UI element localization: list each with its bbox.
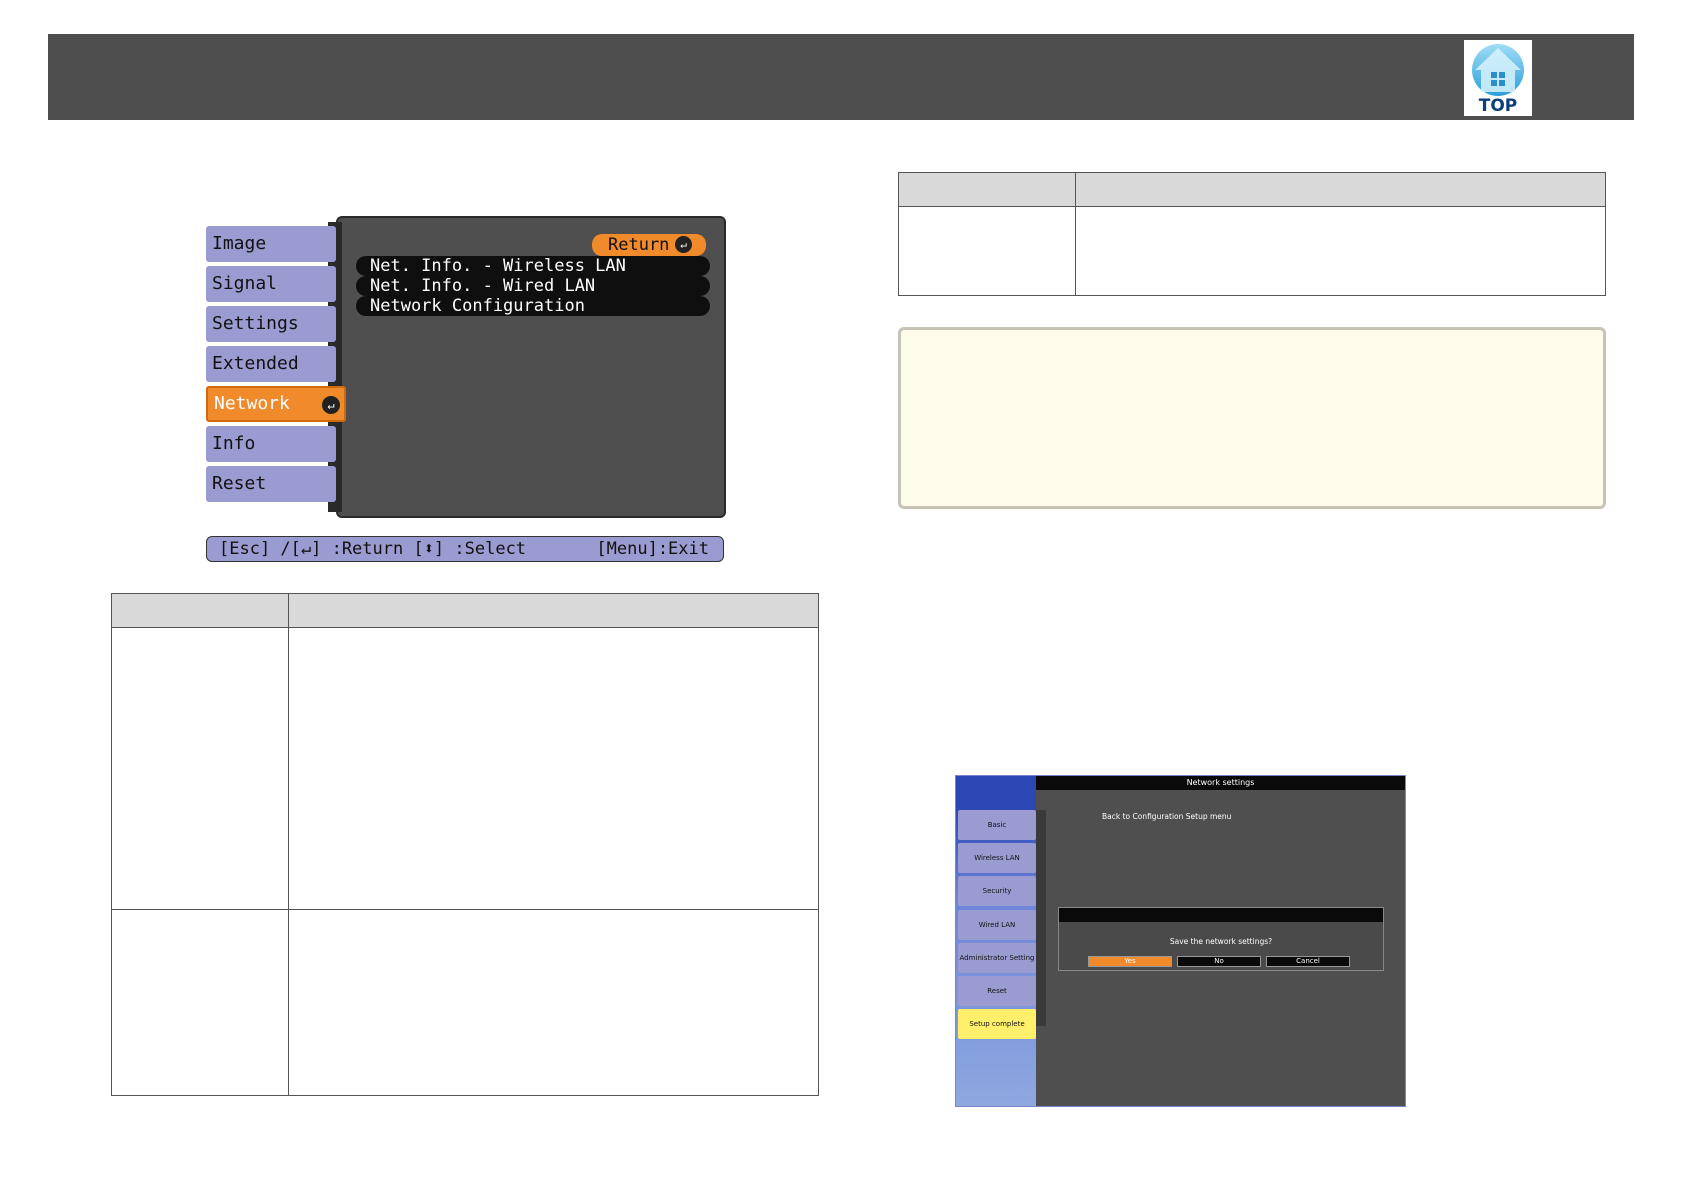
- table-cell: [288, 909, 819, 1096]
- table-header-cell: [1075, 172, 1606, 207]
- header-bar: [48, 34, 1634, 120]
- right-table: [898, 172, 1606, 296]
- network-settings-screen: Network settings Basic Wireless LAN Secu…: [955, 775, 1406, 1107]
- table-header-cell: [898, 172, 1076, 207]
- menu-tab-reset[interactable]: Reset: [206, 466, 336, 502]
- menu-tab-info[interactable]: Info: [206, 426, 336, 462]
- back-to-configuration-link[interactable]: Back to Configuration Setup menu: [1102, 812, 1231, 821]
- return-label: Return: [608, 235, 670, 255]
- table-row: [111, 909, 819, 1096]
- net-tab-reset[interactable]: Reset: [958, 976, 1036, 1006]
- table-header-row: [898, 172, 1606, 207]
- enter-icon: ↵: [675, 236, 692, 253]
- net-tab-security[interactable]: Security: [958, 876, 1036, 906]
- table-header-row: [111, 593, 819, 628]
- enter-icon: ↵: [322, 396, 340, 414]
- table-header-cell: [111, 593, 289, 628]
- cancel-button[interactable]: Cancel: [1266, 956, 1350, 967]
- menu-item-network-configuration[interactable]: Network Configuration: [356, 296, 710, 316]
- menu-tab-extended[interactable]: Extended: [206, 346, 336, 382]
- house-icon: [1472, 44, 1524, 96]
- menu-tab-network[interactable]: Network ↵: [206, 386, 346, 422]
- table-row: [111, 627, 819, 910]
- no-button[interactable]: No: [1177, 956, 1261, 967]
- note-box: [898, 327, 1606, 509]
- menu-tab-image[interactable]: Image: [206, 226, 336, 262]
- footer-exit-hint: [Menu]:Exit: [596, 539, 709, 559]
- net-tab-wired-lan[interactable]: Wired LAN: [958, 910, 1036, 940]
- net-tab-wireless-lan[interactable]: Wireless LAN: [958, 843, 1036, 873]
- left-table: [111, 593, 819, 1096]
- table-cell: [111, 909, 289, 1096]
- menu-item-net-info-wireless[interactable]: Net. Info. - Wireless LAN: [356, 256, 710, 276]
- dialog-question: Save the network settings?: [1169, 937, 1273, 946]
- projector-menu: Image Signal Settings Extended Network ↵…: [206, 214, 726, 566]
- table-cell: [1075, 206, 1606, 296]
- table-cell: [111, 627, 289, 910]
- footer-navigation-hint: [Esc] /[↵] :Return [⬍] :Select: [219, 539, 527, 559]
- dialog-title-bar: [1059, 908, 1383, 922]
- table-cell: [288, 627, 819, 910]
- net-tab-basic[interactable]: Basic: [958, 810, 1036, 840]
- yes-button[interactable]: Yes: [1088, 956, 1172, 967]
- menu-tab-signal[interactable]: Signal: [206, 266, 336, 302]
- top-label: TOP: [1478, 96, 1518, 116]
- menu-footer: [Esc] /[↵] :Return [⬍] :Select [Menu]:Ex…: [206, 536, 724, 562]
- menu-tab-network-label: Network: [214, 393, 290, 414]
- table-header-cell: [288, 593, 819, 628]
- save-dialog: Save the network settings? Yes No Cancel: [1058, 907, 1384, 971]
- menu-item-net-info-wired[interactable]: Net. Info. - Wired LAN: [356, 276, 710, 296]
- table-row: [898, 206, 1606, 296]
- table-cell: [898, 206, 1076, 296]
- net-tab-setup-complete[interactable]: Setup complete: [958, 1009, 1036, 1039]
- page: TOP Image Signal Settings Extended Netwo…: [0, 0, 1684, 1190]
- net-tab-administrator-setting[interactable]: Administrator Setting: [958, 943, 1036, 973]
- return-button[interactable]: Return ↵: [592, 234, 706, 256]
- menu-tab-settings[interactable]: Settings: [206, 306, 336, 342]
- tab-panel-edge: [1036, 810, 1046, 1026]
- network-settings-title: Network settings: [1036, 776, 1405, 790]
